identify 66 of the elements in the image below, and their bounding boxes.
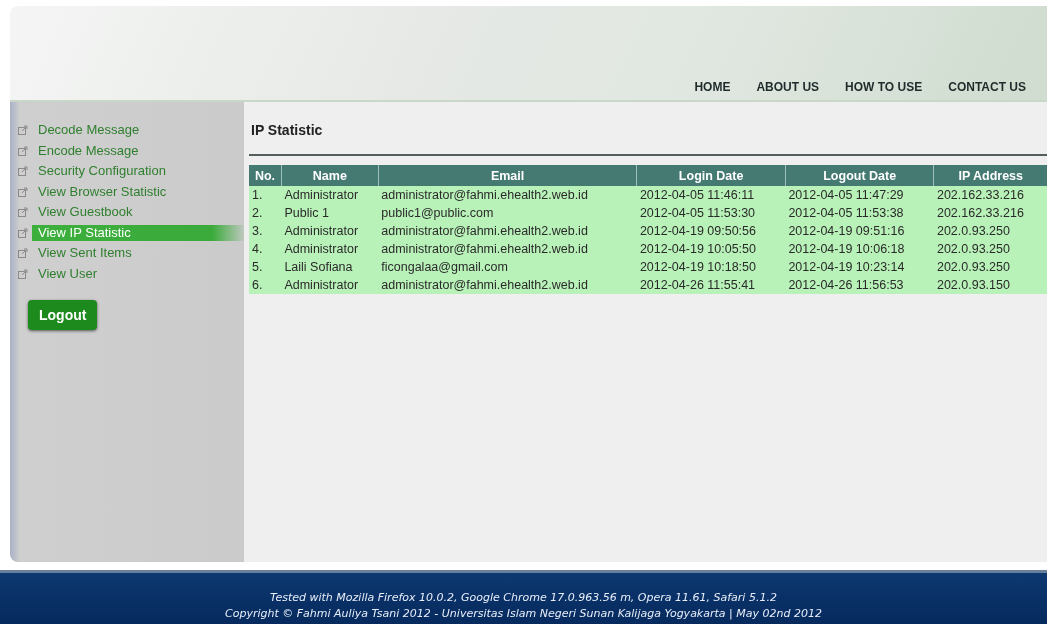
table-cell: Public 1 [281, 204, 379, 222]
table-cell: administrator@fahmi.ehealth2.web.id [378, 240, 637, 258]
table-cell: 2012-04-05 11:53:38 [785, 204, 934, 222]
edit-icon [18, 227, 28, 238]
sidebar-item[interactable]: Security Configuration [36, 163, 244, 180]
nav-link[interactable]: HOW TO USE [832, 80, 936, 94]
edit-icon [18, 145, 28, 156]
table-cell: 202.0.93.250 [933, 258, 1047, 276]
column-header: IP Address [933, 165, 1047, 186]
table-cell: 2012-04-26 11:56:53 [785, 276, 934, 294]
table-cell: 202.162.33.216 [933, 204, 1047, 222]
table-cell: Administrator [281, 276, 379, 294]
table-cell: 2012-04-19 10:18:50 [636, 258, 786, 276]
table-cell: 202.0.93.250 [933, 222, 1047, 240]
table-cell: administrator@fahmi.ehealth2.web.id [378, 276, 637, 294]
table-cell: administrator@fahmi.ehealth2.web.id [378, 222, 637, 240]
table-cell: 2012-04-19 10:06:18 [785, 240, 934, 258]
table-cell: 2012-04-05 11:47:29 [785, 186, 934, 204]
footer-text: Tested with Mozilla Firefox 10.0.2, Google Chrome 17.0.963.56 m, Opera 11.61, Safari 5.1.2 [270, 590, 777, 606]
table-cell: 4. [249, 240, 282, 258]
sidebar-item[interactable]: View Guestbook [36, 204, 244, 221]
table-cell: 2012-04-05 11:53:30 [636, 204, 786, 222]
table-cell: 3. [249, 222, 282, 240]
table-cell: 2012-04-26 11:55:41 [636, 276, 786, 294]
nav-link[interactable]: HOME [681, 80, 744, 94]
column-header: No. [249, 165, 282, 186]
sidebar-item[interactable]: View User [36, 265, 244, 282]
table-cell: 2012-04-05 11:46:11 [636, 186, 786, 204]
edit-icon [18, 207, 28, 218]
edit-icon [18, 125, 28, 136]
table-cell: 202.0.93.150 [933, 276, 1047, 294]
table-cell: 5. [249, 258, 282, 276]
column-header: Name [281, 165, 379, 186]
edit-icon [18, 166, 28, 177]
table-cell: 202.162.33.216 [933, 186, 1047, 204]
table-cell: ficongalaa@gmail.com [378, 258, 637, 276]
column-header: Email [378, 165, 637, 186]
sidebar-item[interactable]: View Sent Items [36, 245, 244, 262]
table-cell: Laili Sofiana [281, 258, 379, 276]
edit-icon [18, 186, 28, 197]
sidebar-item[interactable]: View IP Statistic [32, 224, 244, 241]
table-cell: administrator@fahmi.ehealth2.web.id [378, 186, 637, 204]
logout-button[interactable]: Logout [28, 300, 98, 330]
edit-icon [18, 248, 28, 259]
table-cell: 6. [249, 276, 282, 294]
table-cell: 2012-04-19 09:50:56 [636, 222, 786, 240]
table-cell: 2012-04-19 09:51:16 [785, 222, 934, 240]
footer-text: Copyright © Fahmi Auliya Tsani 2012 - Universitas Islam Negeri Sunan Kalijaga Yogyakarta | May 02nd 2012 [225, 606, 822, 622]
table-cell: public1@public.com [378, 204, 637, 222]
sidebar-item[interactable]: Decode Message [36, 122, 244, 139]
table-cell: 2. [249, 204, 282, 222]
page-title: IP Statistic [249, 102, 1047, 156]
column-header: Logout Date [785, 165, 934, 186]
table-cell: Administrator [281, 222, 379, 240]
table-cell: 2012-04-19 10:23:14 [785, 258, 934, 276]
table-cell: 202.0.93.250 [933, 240, 1047, 258]
table-cell: Administrator [281, 186, 379, 204]
table-cell: 1. [249, 186, 282, 204]
sidebar-item[interactable]: Encode Message [36, 142, 244, 159]
sidebar-item[interactable]: View Browser Statistic [36, 183, 244, 200]
edit-icon [18, 268, 28, 279]
nav-link[interactable]: ABOUT US [743, 80, 833, 94]
column-header: Login Date [636, 165, 786, 186]
table-cell: Administrator [281, 240, 379, 258]
nav-link[interactable]: CONTACT US [935, 80, 1039, 94]
table-cell: 2012-04-19 10:05:50 [636, 240, 786, 258]
